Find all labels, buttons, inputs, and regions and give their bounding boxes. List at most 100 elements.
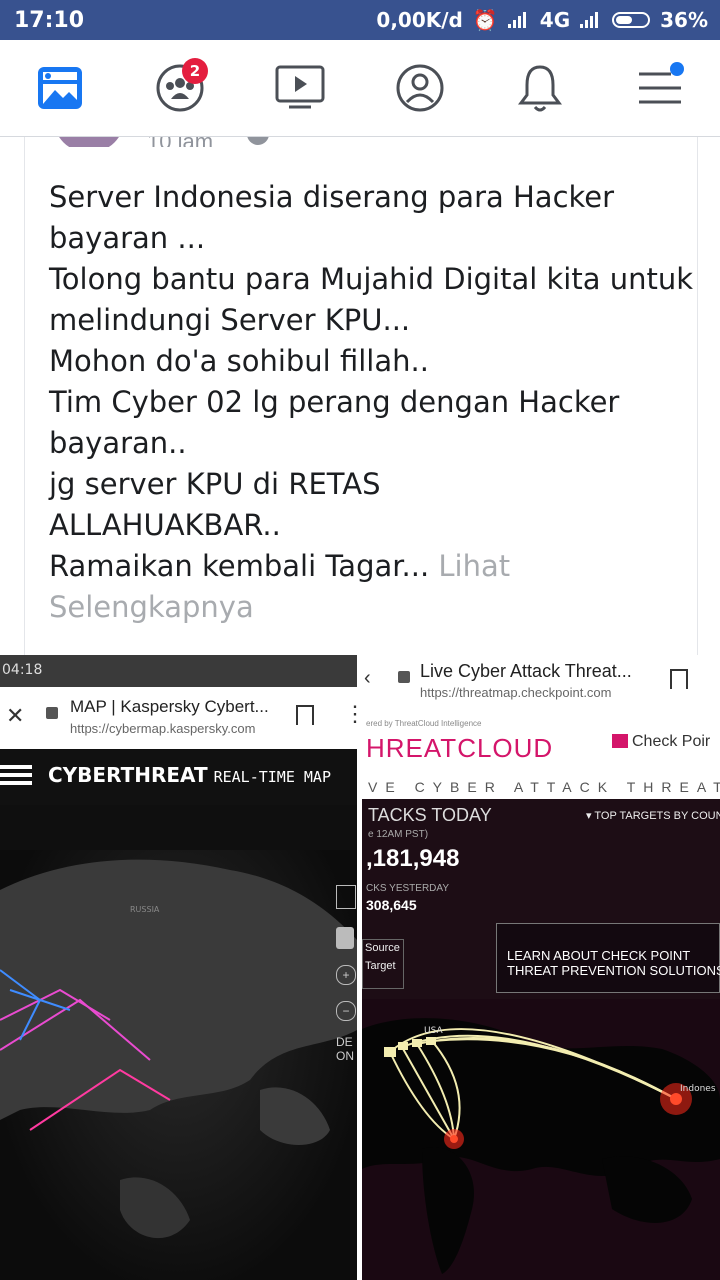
back-icon: ‹ [364, 667, 371, 689]
top-targets-dropdown[interactable]: ▾ TOP TARGETS BY COUN [586, 809, 720, 822]
photo-threatcloud[interactable]: ‹ Live Cyber Attack Threat... https://th… [362, 655, 720, 1280]
threatcloud-subtitle: VE CYBER ATTACK THREAT M [362, 775, 720, 799]
globe-icon [247, 137, 269, 145]
kaspersky-header: CYBERTHREAT REAL-TIME MAP [0, 749, 357, 805]
embedded-time: 04:18 [2, 662, 43, 678]
legend-target: Target [365, 960, 396, 972]
threatcloud-map: USA Indones [362, 999, 720, 1280]
embedded-url-bar: ‹ Live Cyber Attack Threat... https://th… [362, 655, 720, 715]
zoom-in-icon[interactable]: + [336, 965, 356, 985]
attacks-yesterday-value: 308,645 [366, 897, 417, 913]
since-label: e 12AM PST) [368, 829, 429, 840]
news-feed-icon [38, 67, 82, 109]
status-bar: 17:10 0,00K/d ⏰ 4G 36% [0, 0, 720, 40]
post-line: melindungi Server KPU... [49, 303, 411, 337]
post-line: Tolong bantu para Mujahid Digital kita u… [49, 262, 694, 296]
signal-icon [507, 12, 530, 28]
map-label-usa: USA [424, 1026, 443, 1036]
hamburger-icon [0, 765, 32, 785]
zoom-out-icon[interactable]: − [336, 1001, 356, 1021]
nav-news-feed[interactable] [30, 60, 90, 116]
checkpoint-logo: Check Poir [612, 733, 710, 751]
groups-badge: 2 [182, 58, 208, 84]
checkpoint-text: Check Poir [632, 733, 711, 750]
learn-more-box[interactable]: LEARN ABOUT CHECK POINT THREAT PREVENTIO… [496, 923, 720, 993]
post-line: bayaran.. [49, 426, 187, 460]
embedded-url-bar: ✕ MAP | Kaspersky Cybert... https://cybe… [0, 687, 357, 749]
attacks-today-label: TACKS TODAY [368, 805, 492, 825]
kaspersky-map: RUSSIA [0, 850, 357, 1280]
attack-map-graphic: USA Indones [362, 1018, 720, 1274]
attacks-today-value: ,181,948 [366, 845, 460, 872]
nav-notifications[interactable] [510, 60, 570, 116]
post-line: jg server KPU di RETAS [49, 467, 381, 501]
learn-line-2: THREAT PREVENTION SOLUTIONS [507, 963, 720, 978]
post-line: Server Indonesia diserang para Hacker [49, 180, 615, 214]
post-photos: 04:18 ✕ MAP | Kaspersky Cybert... https:… [0, 655, 720, 1280]
nav-profile[interactable] [390, 60, 450, 116]
checkpoint-mark-icon [612, 734, 628, 748]
threatcloud-banner: ered by ThreatCloud Intelligence HREATCL… [362, 715, 720, 775]
demo-label: DE [336, 1035, 353, 1049]
alarm-icon: ⏰ [472, 8, 498, 32]
world-map-graphic: RUSSIA [0, 859, 357, 1239]
menu-notification-dot [670, 62, 684, 76]
post-header-cropped: 10 jam [25, 137, 697, 147]
embedded-url: https://cybermap.kaspersky.com [70, 721, 256, 736]
network-speed: 0,00K/d [376, 8, 463, 32]
network-type: 4G [539, 8, 571, 32]
nav-menu[interactable] [630, 60, 690, 116]
author-avatar[interactable] [53, 137, 125, 147]
top-nav-bar: 2 [0, 40, 720, 137]
threatcloud-logo: HREATCLOUD [366, 733, 554, 763]
layers-icon[interactable] [336, 927, 354, 949]
map-controls: + − DE ON [336, 885, 357, 1063]
post-card: 10 jam Server Indonesia diserang para Ha… [24, 137, 698, 657]
post-line-last: Ramaikan kembali Tagar... Lihat [49, 546, 689, 587]
embedded-page-title: Live Cyber Attack Threat... [420, 661, 632, 681]
bookmark-icon [670, 669, 688, 689]
video-icon [275, 65, 325, 109]
map-label-russia: RUSSIA [130, 905, 160, 914]
bookmark-icon [296, 705, 314, 725]
brand-main: CYBERTHREAT [48, 763, 208, 787]
learn-line-1: LEARN ABOUT CHECK POINT [507, 948, 691, 963]
demo-label-2: ON [336, 1049, 354, 1063]
map-label-indonesia: Indones [680, 1084, 716, 1094]
battery-level: 36% [660, 8, 708, 32]
post-line: bayaran ... [49, 221, 206, 255]
lock-icon [398, 671, 410, 683]
grid-icon[interactable] [336, 885, 356, 909]
status-time: 17:10 [14, 8, 85, 33]
kaspersky-brand: CYBERTHREAT REAL-TIME MAP [48, 763, 331, 787]
status-icons: 0,00K/d ⏰ 4G 36% [376, 8, 708, 32]
lock-icon [46, 707, 58, 719]
embedded-url: https://threatmap.checkpoint.com [420, 685, 612, 700]
nav-watch[interactable] [270, 60, 330, 116]
see-more-link[interactable]: Lihat [438, 549, 510, 583]
profile-icon [396, 64, 444, 112]
post-line: Tim Cyber 02 lg perang dengan Hacker [49, 385, 620, 419]
top-targets-label: TOP TARGETS BY COUN [594, 810, 720, 822]
nav-groups[interactable]: 2 [150, 58, 210, 116]
post-body: Server Indonesia diserang para Hacker ba… [49, 177, 694, 628]
more-icon: ⋮ [344, 701, 357, 726]
close-icon: ✕ [6, 703, 25, 728]
signal-icon-2 [580, 12, 602, 28]
brand-sub: REAL-TIME MAP [213, 768, 331, 786]
attacks-yesterday-label: CKS YESTERDAY [366, 883, 449, 894]
post-time: 10 jam [147, 137, 213, 147]
post-line: ALLAHUAKBAR.. [49, 508, 281, 542]
bell-icon [518, 65, 562, 112]
stats-panel: TACKS TODAY e 12AM PST) ,181,948 CKS YES… [362, 799, 720, 999]
battery-icon [612, 12, 651, 28]
embedded-page-title: MAP | Kaspersky Cybert... [70, 697, 269, 716]
photo-kaspersky[interactable]: 04:18 ✕ MAP | Kaspersky Cybert... https:… [0, 655, 357, 1280]
powered-by: ered by ThreatCloud Intelligence [366, 719, 482, 728]
post-line: Mohon do'a sohibul fillah.. [49, 344, 429, 378]
legend-source: Source [365, 942, 400, 954]
embedded-status-bar: 04:18 [0, 655, 357, 687]
legend-box: Source Target [362, 939, 404, 989]
post-line: Ramaikan kembali Tagar... [49, 549, 430, 583]
see-more-link-2[interactable]: Selengkapnya [49, 587, 689, 628]
